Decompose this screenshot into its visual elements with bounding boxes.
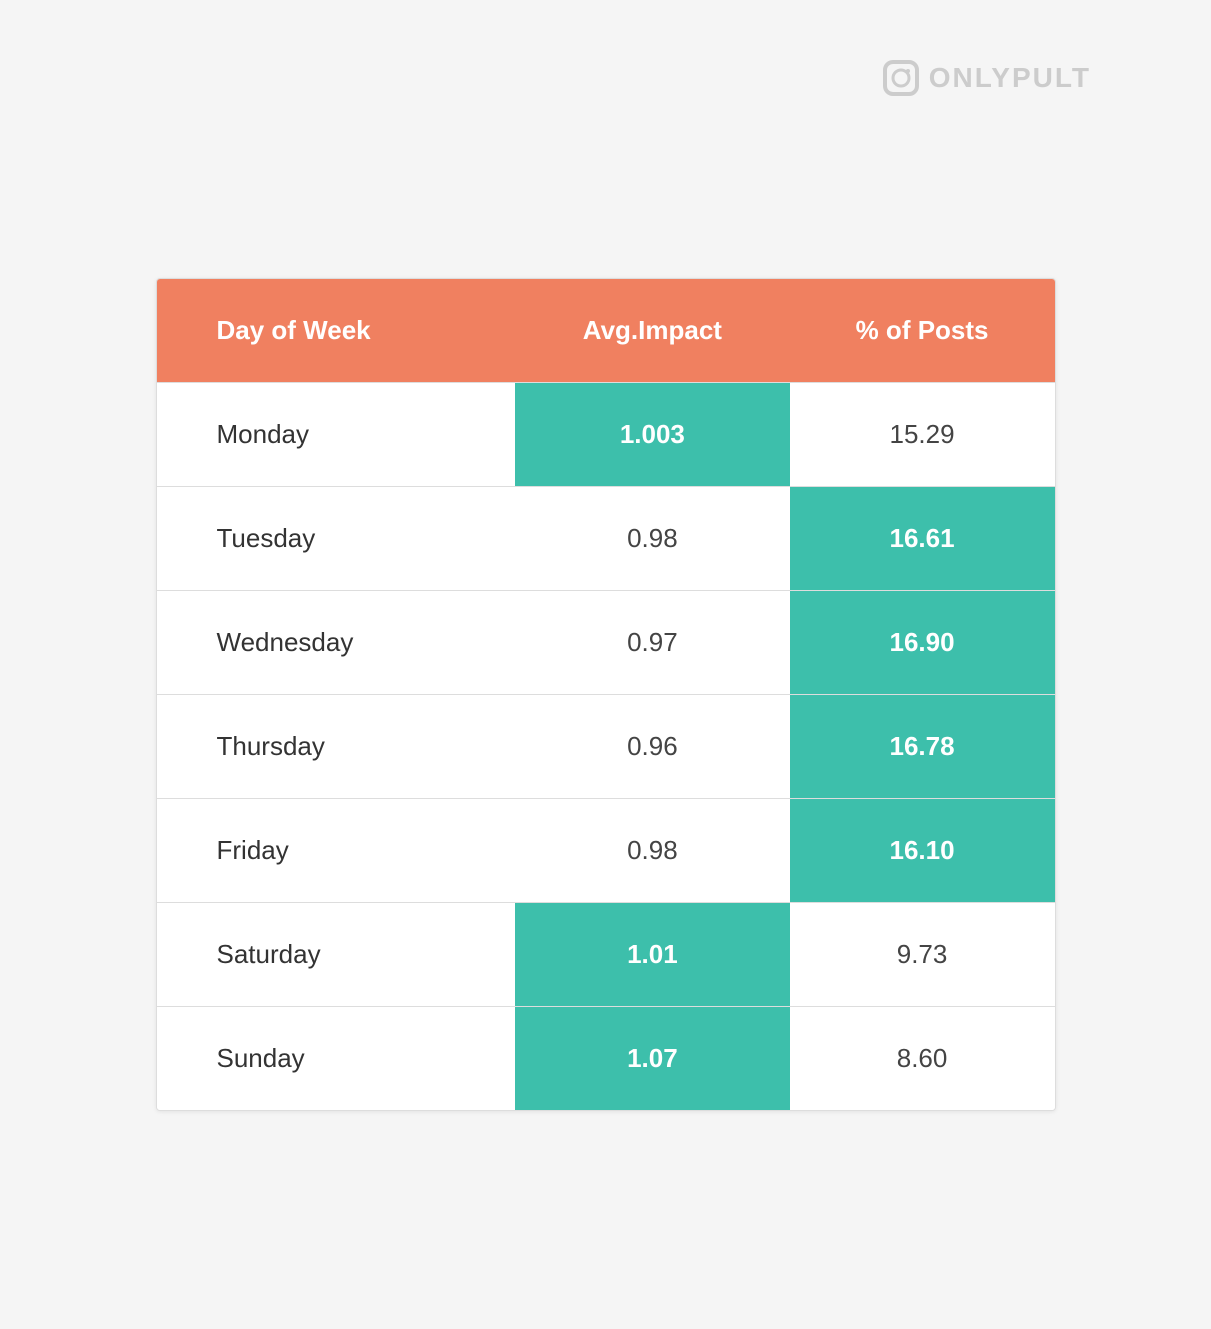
cell-pct-posts: 16.61	[790, 487, 1055, 591]
logo-text: ONLYPULT	[929, 62, 1091, 94]
cell-avg-impact: 0.96	[515, 695, 789, 799]
cell-day: Sunday	[157, 1007, 516, 1111]
table-row: Monday1.00315.29	[157, 383, 1055, 487]
data-table: Day of Week Avg.Impact % of Posts Monday…	[156, 278, 1056, 1111]
cell-pct-posts: 16.78	[790, 695, 1055, 799]
cell-day: Wednesday	[157, 591, 516, 695]
table-row: Friday0.9816.10	[157, 799, 1055, 903]
cell-day: Saturday	[157, 903, 516, 1007]
table-row: Sunday1.078.60	[157, 1007, 1055, 1111]
cell-avg-impact: 1.07	[515, 1007, 789, 1111]
cell-avg-impact: 0.97	[515, 591, 789, 695]
cell-pct-posts: 16.90	[790, 591, 1055, 695]
cell-avg-impact: 1.01	[515, 903, 789, 1007]
cell-day: Monday	[157, 383, 516, 487]
table-row: Thursday0.9616.78	[157, 695, 1055, 799]
table-header-row: Day of Week Avg.Impact % of Posts	[157, 279, 1055, 383]
cell-day: Friday	[157, 799, 516, 903]
table-row: Saturday1.019.73	[157, 903, 1055, 1007]
table-row: Wednesday0.9716.90	[157, 591, 1055, 695]
table-row: Tuesday0.9816.61	[157, 487, 1055, 591]
cell-pct-posts: 15.29	[790, 383, 1055, 487]
header-pct-posts: % of Posts	[790, 279, 1055, 383]
cell-avg-impact: 0.98	[515, 799, 789, 903]
cell-day: Thursday	[157, 695, 516, 799]
header-day-of-week: Day of Week	[157, 279, 516, 383]
cell-pct-posts: 16.10	[790, 799, 1055, 903]
cell-pct-posts: 9.73	[790, 903, 1055, 1007]
cell-pct-posts: 8.60	[790, 1007, 1055, 1111]
cell-avg-impact: 0.98	[515, 487, 789, 591]
logo: ONLYPULT	[883, 60, 1091, 96]
cell-avg-impact: 1.003	[515, 383, 789, 487]
cell-day: Tuesday	[157, 487, 516, 591]
instagram-icon	[883, 60, 919, 96]
header-avg-impact: Avg.Impact	[515, 279, 789, 383]
